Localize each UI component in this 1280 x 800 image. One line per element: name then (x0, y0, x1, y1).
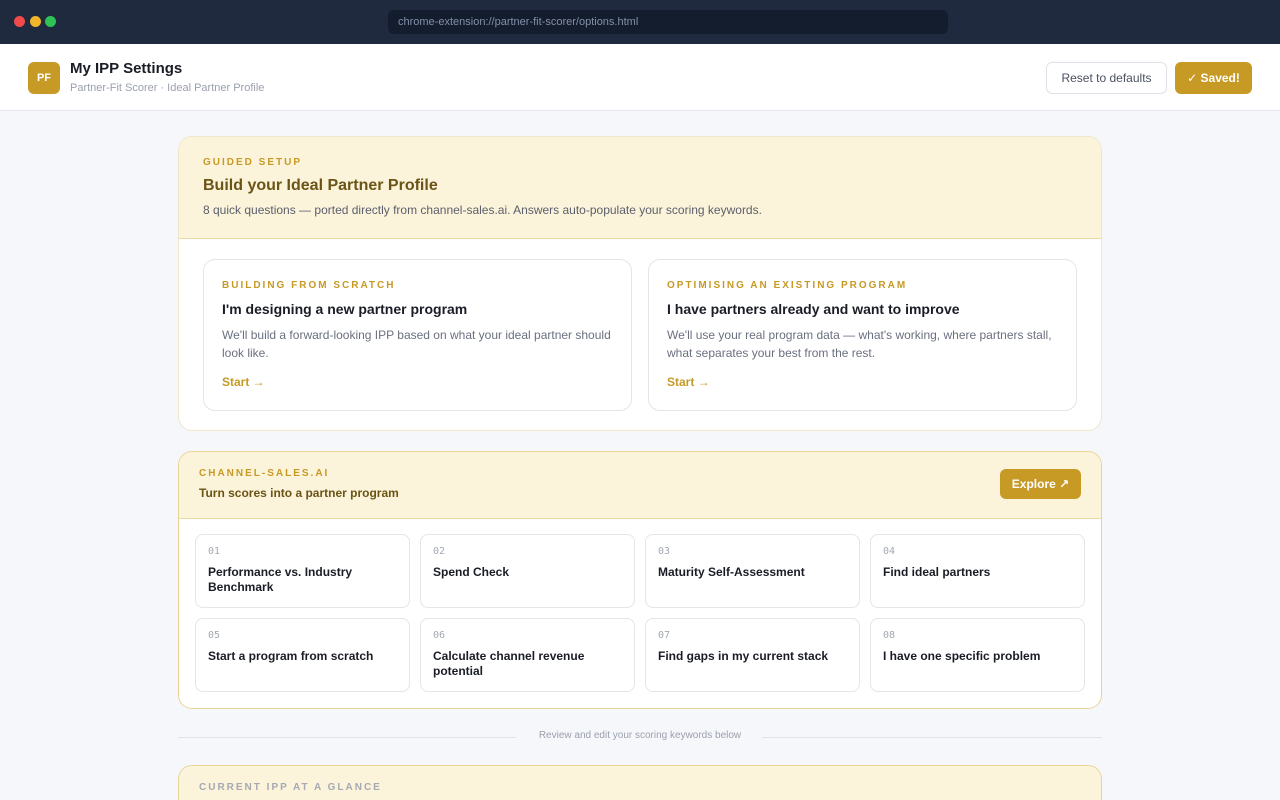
option-eyebrow: OPTIMISING AN EXISTING PROGRAM (667, 280, 908, 291)
address-bar[interactable]: chrome-extension://partner-fit-scorer/op… (388, 10, 948, 34)
channel-sales-card: CHANNEL-SALES.AI Turn scores into a part… (178, 451, 1102, 709)
option-build-from-scratch[interactable]: BUILDING FROM SCRATCH I'm designing a ne… (203, 259, 632, 411)
option-description: We'll build a forward-looking IPP based … (222, 328, 611, 360)
app-logo: PF (28, 62, 60, 94)
close-window-icon[interactable] (14, 16, 25, 27)
guided-setup-card: GUIDED SETUP Build your Ideal Partner Pr… (178, 136, 1102, 431)
channel-sales-header: CHANNEL-SALES.AI Turn scores into a part… (179, 452, 1101, 519)
tool-tile[interactable]: 06 Calculate channel revenue potential (420, 618, 635, 692)
option-title: I have partners already and want to impr… (667, 301, 960, 317)
tool-tile[interactable]: 05 Start a program from scratch (195, 618, 410, 692)
guided-setup-description: 8 quick questions — ported directly from… (203, 203, 762, 217)
explore-button[interactable]: Explore ↗ (1000, 469, 1081, 499)
tool-number: 07 (658, 630, 671, 641)
current-ipp-header: CURRENT IPP AT A GLANCE (179, 766, 1101, 800)
divider-text: Review and edit your scoring keywords be… (538, 730, 742, 741)
tool-label: Maturity Self-Assessment (658, 565, 805, 579)
page-title: My IPP Settings (70, 60, 183, 77)
minimize-window-icon[interactable] (30, 16, 41, 27)
tool-label: I have one specific problem (883, 649, 1041, 663)
tool-label: Start a program from scratch (208, 649, 374, 663)
tool-tile[interactable]: 04 Find ideal partners (870, 534, 1085, 608)
tool-label: Find ideal partners (883, 565, 991, 579)
divider-line (762, 737, 1102, 738)
page-header: PF My IPP Settings Partner-Fit Scorer · … (0, 44, 1280, 111)
saved-button[interactable]: ✓ Saved! (1175, 62, 1252, 94)
tool-number: 08 (883, 630, 896, 641)
tool-number: 04 (883, 546, 896, 557)
tool-number: 05 (208, 630, 221, 641)
maximize-window-icon[interactable] (45, 16, 56, 27)
tool-label: Calculate channel revenue potential (433, 649, 585, 678)
channel-sales-title: Turn scores into a partner program (199, 486, 399, 500)
option-description: We'll use your real program data — what'… (667, 328, 1052, 360)
browser-toolbar: chrome-extension://partner-fit-scorer/op… (0, 0, 1280, 44)
tool-tile[interactable]: 02 Spend Check (420, 534, 635, 608)
guided-setup-eyebrow: GUIDED SETUP (203, 157, 303, 168)
start-scratch-link[interactable]: Start → (222, 375, 265, 389)
start-existing-link[interactable]: Start → (667, 375, 710, 389)
tool-tile[interactable]: 01 Performance vs. Industry Benchmark (195, 534, 410, 608)
guided-setup-title: Build your Ideal Partner Profile (203, 177, 438, 194)
channel-sales-eyebrow: CHANNEL-SALES.AI (199, 468, 330, 479)
guided-setup-header: GUIDED SETUP Build your Ideal Partner Pr… (179, 137, 1101, 239)
tool-label: Find gaps in my current stack (658, 649, 829, 663)
tool-number: 06 (433, 630, 446, 641)
section-divider: Review and edit your scoring keywords be… (178, 729, 1102, 745)
tool-number: 03 (658, 546, 671, 557)
option-optimise-existing[interactable]: OPTIMISING AN EXISTING PROGRAM I have pa… (648, 259, 1077, 411)
tool-number: 01 (208, 546, 221, 557)
tool-label: Performance vs. Industry Benchmark (208, 565, 353, 594)
current-ipp-card: CURRENT IPP AT A GLANCE (178, 765, 1102, 800)
tool-tile[interactable]: 07 Find gaps in my current stack (645, 618, 860, 692)
reset-defaults-button[interactable]: Reset to defaults (1046, 62, 1167, 94)
option-eyebrow: BUILDING FROM SCRATCH (222, 280, 396, 291)
tool-tile[interactable]: 08 I have one specific problem (870, 618, 1085, 692)
tool-tile[interactable]: 03 Maturity Self-Assessment (645, 534, 860, 608)
tool-label: Spend Check (433, 565, 510, 579)
current-ipp-eyebrow: CURRENT IPP AT A GLANCE (199, 782, 382, 793)
page-subtitle: Partner-Fit Scorer · Ideal Partner Profi… (70, 82, 265, 94)
tool-number: 02 (433, 546, 446, 557)
option-title: I'm designing a new partner program (222, 301, 468, 317)
